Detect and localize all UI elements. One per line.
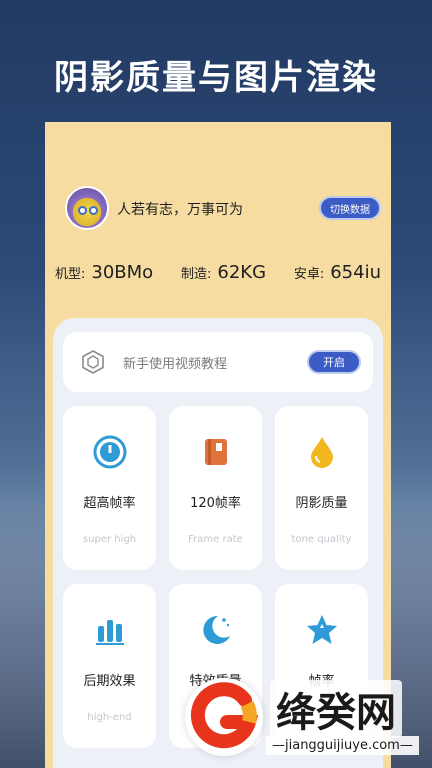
tile-120fps[interactable]: 120帧率 Frame rate: [169, 406, 262, 570]
tile-subtitle: high-end: [87, 712, 132, 723]
watermark-logo: [185, 678, 263, 756]
book-icon: [204, 439, 227, 465]
switch-data-button[interactable]: 切换数据: [319, 196, 381, 220]
device-specs: 机型: 30BMo 制造: 62KG 安卓: 654iu: [55, 262, 381, 292]
tile-title: 后期效果: [83, 674, 136, 689]
spec-label: 机型:: [55, 267, 86, 282]
tile-subtitle: tone quality: [291, 534, 352, 545]
spec-value: 654iu: [330, 262, 381, 283]
avatar[interactable]: [65, 186, 109, 230]
app-screen: 人若有志，万事可为 切换数据 机型: 30BMo 制造: 62KG 安卓: 65…: [45, 122, 391, 768]
watermark-url: —jiangguijiuye.com—: [266, 736, 419, 755]
spec-label: 制造:: [180, 267, 212, 282]
tile-post-effects[interactable]: 后期效果 high-end: [63, 584, 156, 748]
open-tutorial-button[interactable]: 开启: [307, 350, 361, 374]
spec-value: 30BMo: [91, 262, 154, 283]
tile-title: 阴影质量: [295, 496, 348, 511]
tile-title: 120帧率: [190, 496, 241, 511]
tile-ultra-fps[interactable]: 超高帧率 super high: [63, 406, 156, 570]
tile-subtitle: super high: [82, 534, 137, 545]
spec-model: 机型: 30BMo: [55, 262, 153, 292]
spec-label: 安卓:: [293, 267, 325, 282]
avatar-eye-right: [89, 206, 98, 215]
hexagon-icon: [82, 350, 104, 374]
moon-icon: [202, 615, 230, 644]
bar-chart-icon: [95, 620, 124, 645]
watermark-g-icon: [190, 682, 259, 749]
avatar-eye-left: [78, 206, 87, 215]
tile-title: 超高帧率: [83, 496, 136, 511]
page-headline: 阴影质量与图片渲染: [54, 58, 378, 98]
tile-subtitle: Frame rate: [188, 534, 243, 545]
spec-value: 62KG: [217, 262, 267, 283]
profile-name: 人若有志，万事可为: [117, 202, 243, 218]
tutorial-card[interactable]: 新手使用视频教程 开启: [63, 332, 373, 392]
droplet-icon: [310, 437, 333, 468]
spec-android: 安卓: 654iu: [294, 262, 381, 292]
tutorial-label: 新手使用视频教程: [123, 357, 228, 372]
star-icon: [306, 615, 337, 644]
spec-manufacture: 制造: 62KG: [181, 262, 266, 292]
profile-row: 人若有志，万事可为 切换数据: [65, 186, 381, 230]
watermark-brand: 绛癸网: [270, 680, 402, 738]
tile-shadow-quality[interactable]: 阴影质量 tone quality: [275, 406, 368, 570]
timer-icon: [93, 435, 126, 469]
